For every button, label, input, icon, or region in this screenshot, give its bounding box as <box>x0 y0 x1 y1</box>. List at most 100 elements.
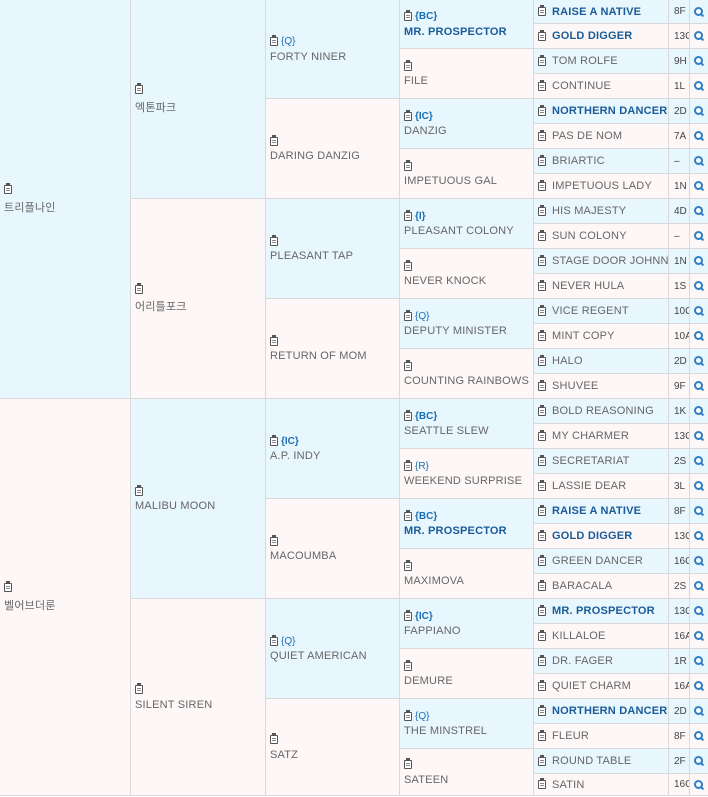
clipboard-icon[interactable] <box>538 529 546 541</box>
horse-name-link[interactable]: NEVER HULA <box>552 280 624 292</box>
clipboard-icon[interactable] <box>404 509 412 521</box>
horse-name-link[interactable]: MR. PROSPECTOR <box>552 605 655 617</box>
horse-cell-g3[interactable]: {IC} A.P. INDY <box>266 399 400 499</box>
horse-cell-g5[interactable]: DR. FAGER <box>534 649 669 674</box>
horse-cell-g5[interactable]: LASSIE DEAR <box>534 474 669 499</box>
magnifier-icon[interactable] <box>694 281 704 291</box>
clipboard-icon[interactable] <box>270 134 278 146</box>
horse-name-link[interactable]: QUIET AMERICAN <box>270 650 367 662</box>
clipboard-icon[interactable] <box>404 59 412 71</box>
clipboard-icon[interactable] <box>538 104 546 116</box>
clipboard-icon[interactable] <box>538 129 546 141</box>
search-cell[interactable] <box>690 724 708 749</box>
horse-name-link[interactable]: MINT COPY <box>552 330 615 342</box>
horse-name-link[interactable]: SUN COLONY <box>552 230 627 242</box>
horse-name-link[interactable]: SEATTLE SLEW <box>404 425 489 437</box>
clipboard-icon[interactable] <box>135 683 143 695</box>
horse-name-link[interactable]: THE MINSTREL <box>404 725 487 737</box>
horse-cell-g5[interactable]: RAISE A NATIVE <box>534 499 669 524</box>
search-cell[interactable] <box>690 324 708 349</box>
horse-cell-g4[interactable]: SATEEN <box>400 749 534 796</box>
horse-cell-g5[interactable]: NEVER HULA <box>534 274 669 299</box>
horse-name-link[interactable]: LASSIE DEAR <box>552 480 626 492</box>
clipboard-icon[interactable] <box>538 54 546 66</box>
horse-name-link[interactable]: ROUND TABLE <box>552 755 631 767</box>
magnifier-icon[interactable] <box>694 731 704 741</box>
magnifier-icon[interactable] <box>694 131 704 141</box>
search-cell[interactable] <box>690 549 708 574</box>
search-cell[interactable] <box>690 699 708 724</box>
horse-name-link[interactable]: WEEKEND SURPRISE <box>404 475 522 487</box>
horse-cell-g3[interactable]: {Q} FORTY NINER <box>266 0 400 99</box>
clipboard-icon[interactable] <box>404 159 412 171</box>
clipboard-icon[interactable] <box>538 79 546 91</box>
horse-name-link[interactable]: STAGE DOOR JOHNNY <box>552 255 668 267</box>
horse-cell-g5[interactable]: FLEUR <box>534 724 669 749</box>
clipboard-icon[interactable] <box>270 634 278 646</box>
horse-cell-g5[interactable]: VICE REGENT <box>534 299 669 324</box>
clipboard-icon[interactable] <box>538 754 546 766</box>
magnifier-icon[interactable] <box>694 681 704 691</box>
clipboard-icon[interactable] <box>538 604 546 616</box>
horse-name-link[interactable]: IMPETUOUS LADY <box>552 180 652 192</box>
clipboard-icon[interactable] <box>538 454 546 466</box>
clipboard-icon[interactable] <box>538 504 546 516</box>
search-cell[interactable] <box>690 599 708 624</box>
clipboard-icon[interactable] <box>538 429 546 441</box>
search-cell[interactable] <box>690 774 708 796</box>
magnifier-icon[interactable] <box>694 181 704 191</box>
horse-name-link[interactable]: GREEN DANCER <box>552 555 643 567</box>
search-cell[interactable] <box>690 24 708 49</box>
magnifier-icon[interactable] <box>694 481 704 491</box>
clipboard-icon[interactable] <box>270 234 278 246</box>
clipboard-icon[interactable] <box>270 733 278 745</box>
search-cell[interactable] <box>690 749 708 774</box>
search-cell[interactable] <box>690 574 708 599</box>
clipboard-icon[interactable] <box>538 704 546 716</box>
horse-cell-g5[interactable]: BRIARTIC <box>534 149 669 174</box>
horse-name-link[interactable]: RETURN OF MOM <box>270 350 367 362</box>
magnifier-icon[interactable] <box>694 406 704 416</box>
clipboard-icon[interactable] <box>404 758 412 770</box>
search-cell[interactable] <box>690 474 708 499</box>
clipboard-icon[interactable] <box>404 109 412 121</box>
search-cell[interactable] <box>690 424 708 449</box>
clipboard-icon[interactable] <box>538 204 546 216</box>
horse-cell-g5[interactable]: MR. PROSPECTOR <box>534 599 669 624</box>
horse-name-link[interactable]: FLEUR <box>552 730 589 742</box>
magnifier-icon[interactable] <box>694 81 704 91</box>
horse-name-link[interactable]: IMPETUOUS GAL <box>404 175 497 187</box>
search-cell[interactable] <box>690 49 708 74</box>
horse-cell-g4[interactable]: {BC} SEATTLE SLEW <box>400 399 534 449</box>
horse-name-link[interactable]: DR. FAGER <box>552 655 613 667</box>
horse-name-link[interactable]: GOLD DIGGER <box>552 530 632 542</box>
horse-name-link[interactable]: SATIN <box>552 779 585 791</box>
horse-cell-g3[interactable]: SATZ <box>266 699 400 796</box>
horse-name-link[interactable]: PLEASANT TAP <box>270 250 353 262</box>
horse-cell-g5[interactable]: STAGE DOOR JOHNNY <box>534 249 669 274</box>
clipboard-icon[interactable] <box>538 404 546 416</box>
horse-name-link[interactable]: DANZIG <box>404 125 447 137</box>
horse-cell-g5[interactable]: GOLD DIGGER <box>534 524 669 549</box>
horse-name-link[interactable]: MAXIMOVA <box>404 575 464 587</box>
horse-cell-g5[interactable]: QUIET CHARM <box>534 674 669 699</box>
clipboard-icon[interactable] <box>538 579 546 591</box>
magnifier-icon[interactable] <box>694 456 704 466</box>
horse-cell-g5[interactable]: BOLD REASONING <box>534 399 669 424</box>
horse-cell-g4[interactable]: {IC} FAPPIANO <box>400 599 534 649</box>
clipboard-icon[interactable] <box>538 629 546 641</box>
horse-name-link[interactable]: QUIET CHARM <box>552 680 631 692</box>
horse-cell-g2[interactable]: MALIBU MOON <box>131 399 266 599</box>
search-cell[interactable] <box>690 624 708 649</box>
search-cell[interactable] <box>690 249 708 274</box>
horse-cell-g5[interactable]: SHUVEE <box>534 374 669 399</box>
horse-cell-g5[interactable]: CONTINUE <box>534 74 669 99</box>
clipboard-icon[interactable] <box>135 83 143 95</box>
horse-name-link[interactable]: KILLALOE <box>552 630 606 642</box>
horse-cell-g5[interactable]: MY CHARMER <box>534 424 669 449</box>
horse-cell-g4[interactable]: COUNTING RAINBOWS <box>400 349 534 399</box>
magnifier-icon[interactable] <box>694 381 704 391</box>
clipboard-icon[interactable] <box>538 5 546 17</box>
horse-name-link[interactable]: FORTY NINER <box>270 51 346 63</box>
magnifier-icon[interactable] <box>694 656 704 666</box>
